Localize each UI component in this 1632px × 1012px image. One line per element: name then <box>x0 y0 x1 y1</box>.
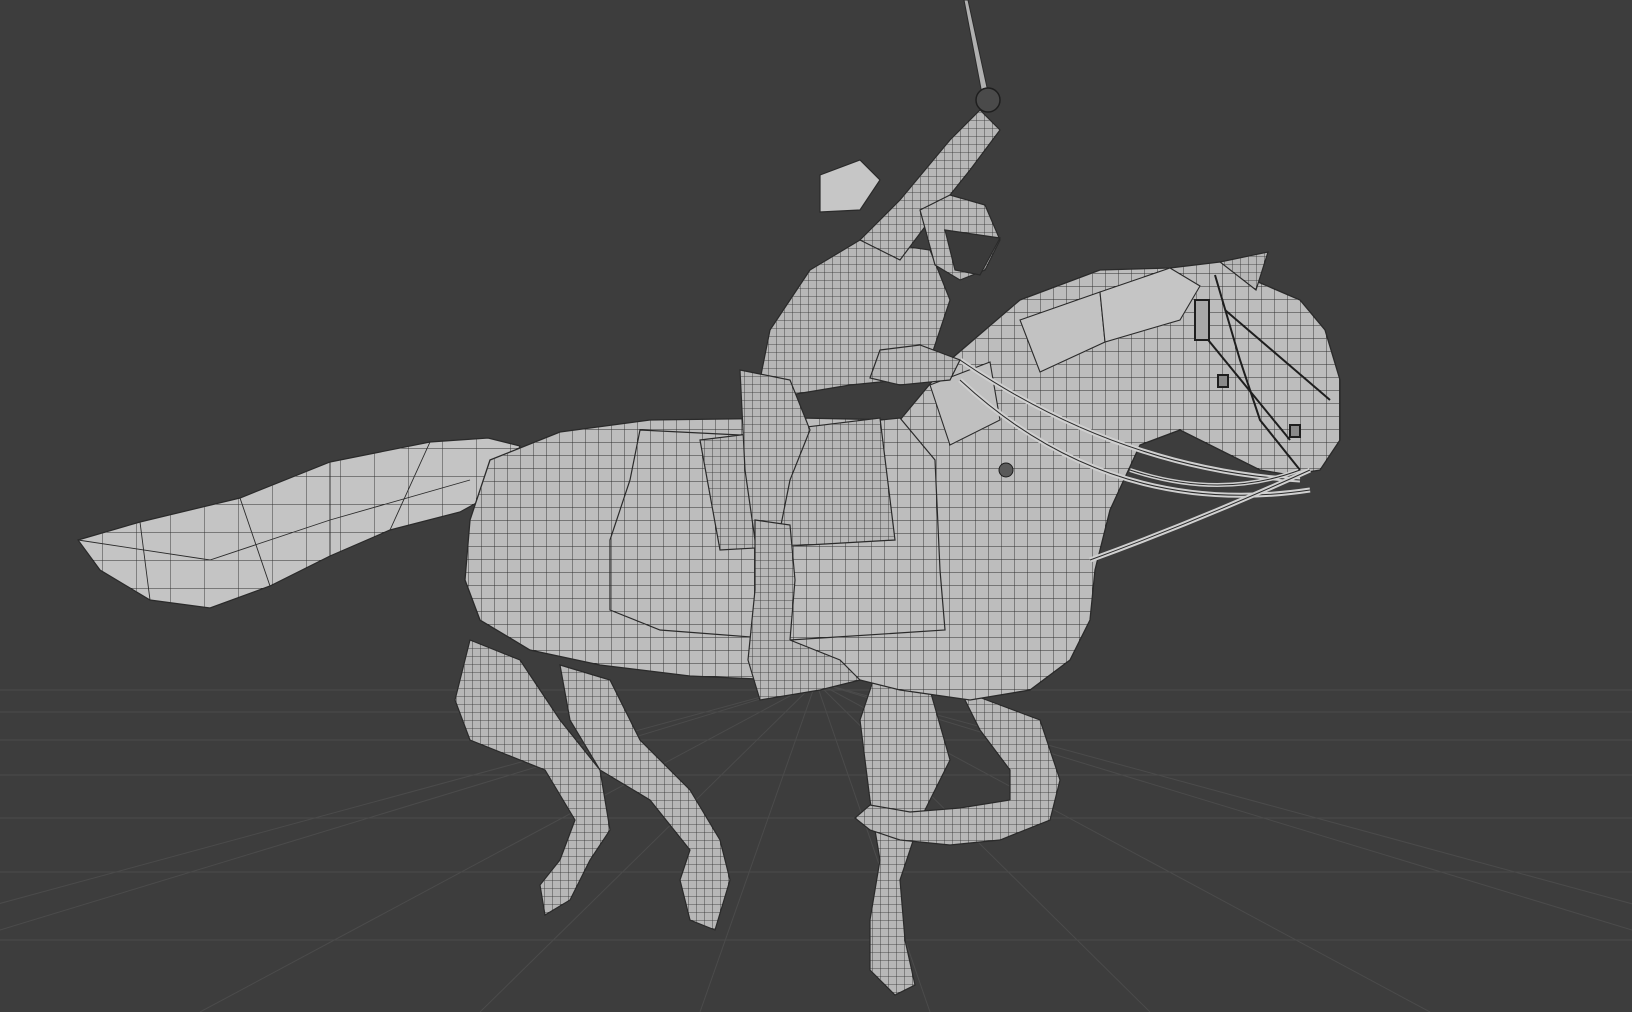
horse-hind-legs[interactable] <box>454 639 731 931</box>
viewport-canvas[interactable] <box>0 0 1632 1012</box>
3d-viewport[interactable] <box>0 0 1632 1012</box>
horse-front-legs[interactable] <box>854 659 1061 996</box>
horse-tail[interactable] <box>77 437 521 609</box>
saber[interactable] <box>963 0 1001 113</box>
floor-grid <box>0 681 1632 1012</box>
chest-rosette <box>998 462 1014 478</box>
